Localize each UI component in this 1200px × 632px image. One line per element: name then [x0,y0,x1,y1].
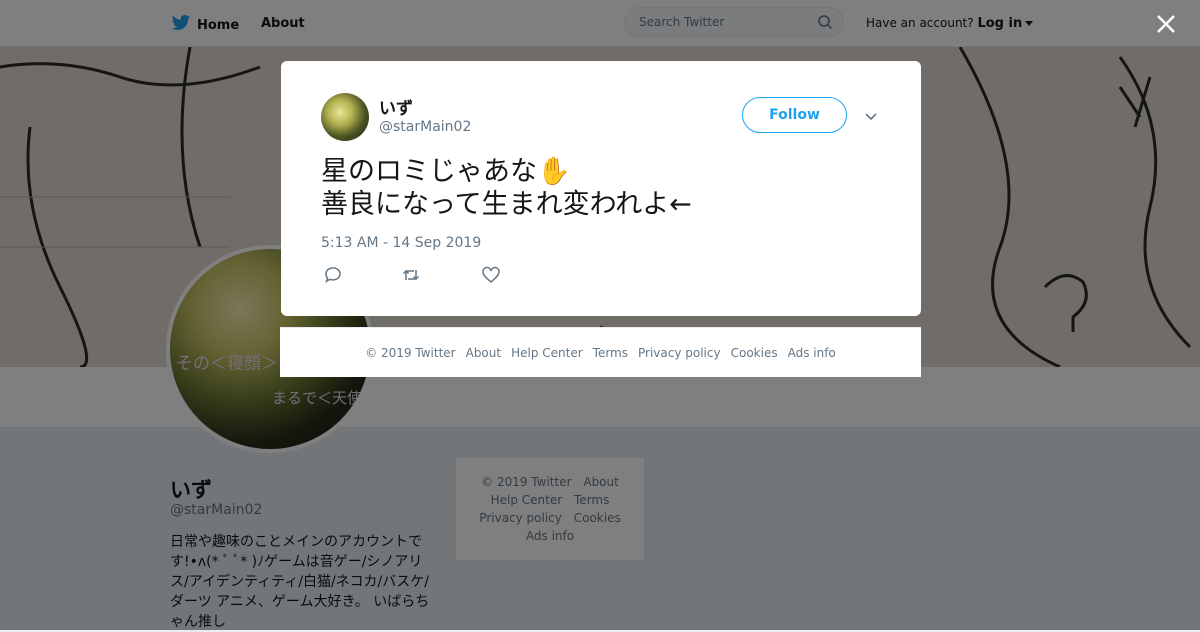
modal-footer-about-link[interactable]: About [466,346,501,360]
chevron-down-icon[interactable] [863,108,879,124]
modal-footer-privacy-link[interactable]: Privacy policy [638,346,721,360]
follow-button[interactable]: Follow [742,97,847,133]
close-icon[interactable] [1155,13,1177,35]
tweet-actions [321,266,621,288]
tweet-author-handle[interactable]: @starMain02 [379,119,471,135]
tweet-text-line-2: 善良になって生まれ変われよ← [321,189,692,220]
modal-footer-copyright: © 2019 Twitter [365,345,456,360]
tweet-text: 星のロミじゃあな✋ 善良になって生まれ変われよ← [321,155,692,221]
modal-footer-terms-link[interactable]: Terms [593,346,628,360]
tweet-timestamp[interactable]: 5:13 AM - 14 Sep 2019 [321,235,481,251]
modal-footer-cookies-link[interactable]: Cookies [731,346,778,360]
tweet-text-line-1: 星のロミじゃあな✋ [321,156,571,187]
modal-footer: © 2019 Twitter About Help Center Terms P… [280,327,921,377]
tweet-author-avatar[interactable] [321,93,369,141]
tweet-modal: いず @starMain02 Follow 星のロミじゃあな✋ 善良になって生ま… [281,61,921,316]
retweet-icon[interactable] [402,266,424,288]
modal-footer-help-link[interactable]: Help Center [511,346,583,360]
tweet-author-name[interactable]: いず [379,94,413,119]
modal-footer-ads-link[interactable]: Ads info [788,346,836,360]
like-icon[interactable] [482,266,504,288]
reply-icon[interactable] [324,266,346,288]
